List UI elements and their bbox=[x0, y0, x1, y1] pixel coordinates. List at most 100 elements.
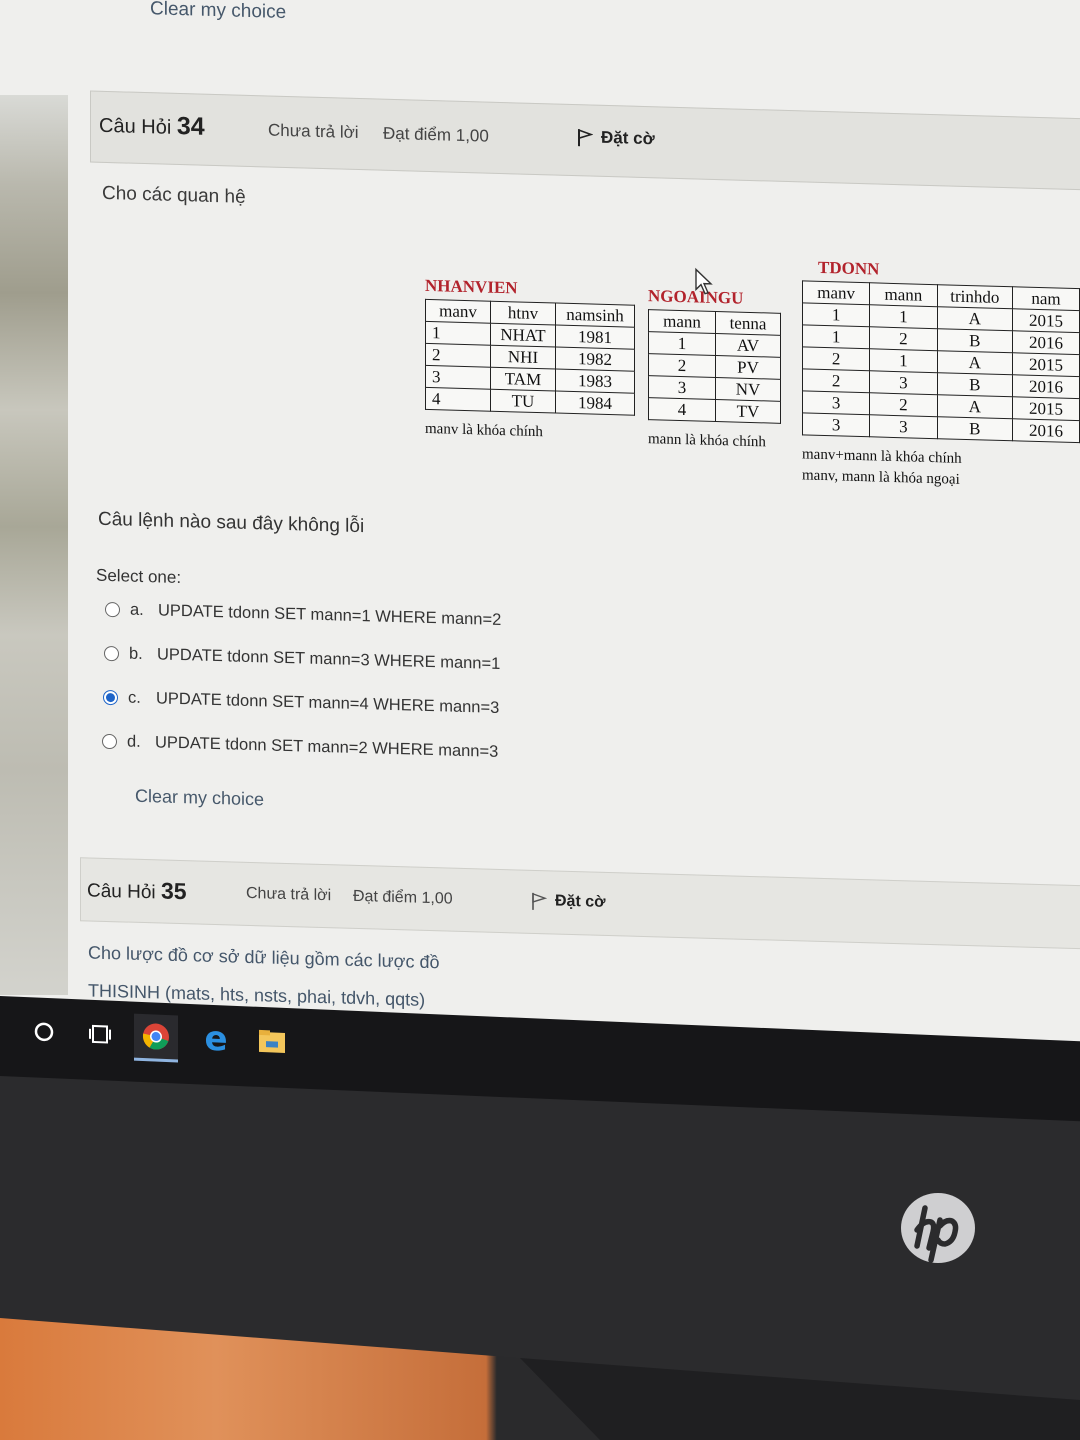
table-cell: 3 bbox=[869, 414, 937, 439]
task-view-button[interactable] bbox=[78, 1011, 122, 1057]
table-cell: 2015 bbox=[1012, 308, 1080, 333]
clear-choice-link-previous[interactable]: Clear my choice bbox=[150, 0, 286, 24]
relation-table: manv htnv namsinh 1 NHAT 1981 2 NHI 1982 3 TA… bbox=[425, 298, 635, 416]
table-cell: 3 bbox=[425, 365, 491, 390]
answer-option-a[interactable]: a. UPDATE tdonn SET mann=1 WHERE mann=2 bbox=[105, 600, 501, 630]
question-prompt: Câu lệnh nào sau đây không lỗi bbox=[98, 508, 365, 538]
relation-key-note: manv là khóa chính bbox=[425, 420, 543, 441]
relation-ngoaingu: NGOAINGU mann tenna 1 AV 2 PV 3 NV 4 TV mann… bbox=[648, 286, 781, 454]
select-one-label: Select one: bbox=[96, 565, 182, 588]
relation-name: NGOAINGU bbox=[648, 286, 744, 308]
flag-question-button[interactable]: Đặt cờ bbox=[577, 127, 655, 149]
column-header: mann bbox=[869, 282, 937, 307]
option-text: UPDATE tdonn SET mann=4 WHERE mann=3 bbox=[156, 689, 500, 717]
radio-button[interactable] bbox=[102, 733, 117, 750]
table-cell: 1 bbox=[802, 324, 870, 349]
table-cell: TU bbox=[490, 389, 556, 414]
edge-taskbar-button[interactable]: e bbox=[194, 1016, 238, 1062]
question-state: Chưa trả lời bbox=[268, 120, 359, 143]
table-cell: 3 bbox=[802, 390, 870, 415]
table-cell: 2015 bbox=[1012, 352, 1080, 377]
cortana-button[interactable] bbox=[22, 1009, 66, 1055]
question-grade: Đạt điểm 1,00 bbox=[383, 123, 489, 146]
column-header: htnv bbox=[490, 301, 556, 326]
option-letter: d. bbox=[127, 732, 141, 751]
table-cell: 1 bbox=[648, 331, 716, 356]
table-cell: B bbox=[937, 372, 1013, 397]
column-header: manv bbox=[802, 280, 870, 305]
table-cell: A bbox=[937, 306, 1013, 331]
question-number-value: 34 bbox=[176, 111, 205, 141]
column-header: manv bbox=[425, 299, 491, 324]
radio-button[interactable] bbox=[104, 645, 119, 662]
table-cell: 4 bbox=[425, 387, 491, 412]
relation-table: manv mann trinhdo nam 1 1 A 2015 1 2 B 2016 21… bbox=[802, 280, 1080, 444]
table-cell: B bbox=[937, 328, 1013, 353]
table-cell: NHI bbox=[490, 345, 556, 370]
table-cell: AV bbox=[715, 333, 781, 358]
table-cell: 2 bbox=[425, 343, 491, 368]
chrome-taskbar-button[interactable] bbox=[134, 1013, 178, 1063]
option-letter: c. bbox=[128, 688, 141, 707]
relation-nhanvien: NHANVIEN manv htnv namsinh 1 NHAT 1981 2 NH… bbox=[425, 276, 635, 446]
table-cell: 2 bbox=[869, 326, 937, 351]
table-cell: 1981 bbox=[555, 325, 635, 350]
radio-button-selected[interactable] bbox=[103, 689, 118, 706]
table-cell: NV bbox=[715, 377, 781, 402]
relation-table: mann tenna 1 AV 2 PV 3 NV 4 TV bbox=[648, 309, 781, 424]
flag-question-button[interactable]: Đặt cờ bbox=[531, 891, 606, 913]
table-cell: 3 bbox=[648, 375, 716, 400]
question-35-intro: Cho lược đồ cơ sở dữ liệu gồm các lược đ… bbox=[88, 942, 440, 973]
table-cell: 2016 bbox=[1012, 418, 1080, 443]
edge-icon: e bbox=[204, 1018, 228, 1060]
table-row: 4 TV bbox=[648, 397, 781, 424]
table-cell: A bbox=[937, 350, 1013, 375]
column-header: namsinh bbox=[555, 303, 635, 328]
table-cell: 2016 bbox=[1012, 374, 1080, 399]
answer-option-d[interactable]: d. UPDATE tdonn SET mann=2 WHERE mann=3 bbox=[102, 732, 498, 762]
table-cell: 3 bbox=[802, 412, 870, 437]
question-label: Câu Hỏi bbox=[99, 114, 172, 139]
task-view-icon bbox=[89, 1024, 111, 1044]
table-cell: 1 bbox=[425, 321, 491, 346]
cortana-icon bbox=[34, 1022, 54, 1042]
flag-label: Đặt cờ bbox=[555, 892, 606, 911]
question-label: Câu Hỏi bbox=[87, 880, 156, 904]
table-cell: 1 bbox=[869, 304, 937, 329]
table-cell: 3 bbox=[869, 370, 937, 395]
question-intro: Cho các quan hệ bbox=[102, 182, 246, 208]
table-cell: B bbox=[937, 416, 1013, 441]
clear-choice-link[interactable]: Clear my choice bbox=[135, 786, 264, 811]
table-cell: TAM bbox=[490, 367, 556, 392]
relation-tdonn: TDONN manv mann trinhdo nam 1 1 A 2015 12B2… bbox=[802, 257, 1080, 494]
answer-option-c[interactable]: c. UPDATE tdonn SET mann=4 WHERE mann=3 bbox=[103, 688, 499, 718]
file-explorer-icon bbox=[259, 1029, 285, 1053]
radio-button[interactable] bbox=[105, 601, 120, 618]
answer-option-b[interactable]: b. UPDATE tdonn SET mann=3 WHERE mann=1 bbox=[104, 644, 500, 674]
table-cell: 1984 bbox=[555, 391, 635, 416]
table-cell: 2 bbox=[869, 392, 937, 417]
mouse-pointer-icon bbox=[695, 267, 713, 295]
option-letter: a. bbox=[130, 600, 144, 620]
chrome-icon bbox=[142, 1023, 169, 1050]
table-cell: NHAT bbox=[490, 323, 556, 348]
question-number: Câu Hỏi 35 bbox=[87, 875, 187, 905]
question-35-header: Câu Hỏi 35 Chưa trả lời Đạt điểm 1,00 Đặ… bbox=[80, 857, 1080, 951]
table-cell: 1 bbox=[802, 302, 870, 327]
option-text: UPDATE tdonn SET mann=1 WHERE mann=2 bbox=[158, 601, 502, 630]
column-header: mann bbox=[648, 309, 716, 334]
question-state: Chưa trả lời bbox=[246, 884, 332, 905]
column-header: nam bbox=[1012, 286, 1080, 311]
table-cell: A bbox=[937, 394, 1013, 419]
quiz-page: Clear my choice Câu Hỏi 34 Chưa trả lời … bbox=[0, 0, 1080, 1030]
column-header: tenna bbox=[715, 311, 781, 336]
flag-label: Đặt cờ bbox=[601, 127, 655, 149]
hp-logo-icon bbox=[901, 1193, 975, 1263]
relation-key-note: mann là khóa chính bbox=[648, 431, 766, 451]
relation-name: NHANVIEN bbox=[425, 275, 518, 298]
flag-icon bbox=[578, 129, 593, 147]
table-cell: 2 bbox=[802, 368, 870, 393]
option-text: UPDATE tdonn SET mann=3 WHERE mann=1 bbox=[157, 645, 501, 673]
file-explorer-taskbar-button[interactable] bbox=[250, 1018, 294, 1064]
flag-outline-icon bbox=[532, 892, 547, 910]
